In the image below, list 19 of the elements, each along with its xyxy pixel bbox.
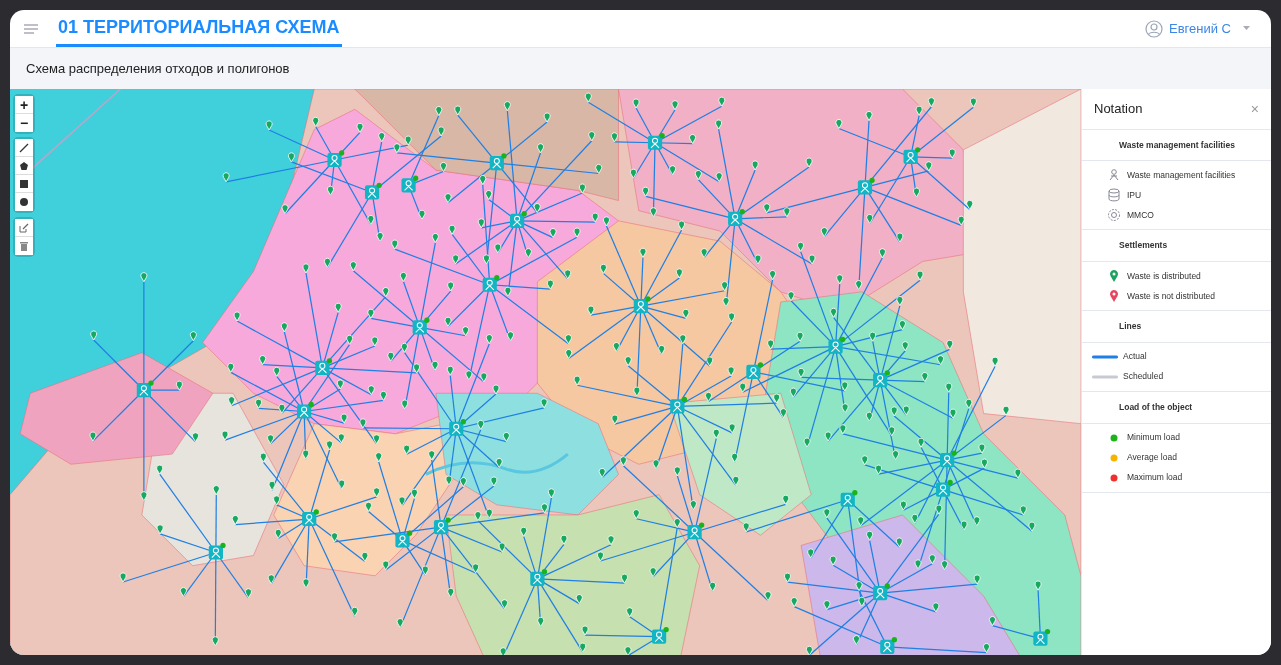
legend-label: Waste is distributed	[1127, 269, 1201, 283]
legend-title: Notation	[1094, 100, 1143, 118]
legend-section-title: Waste management facilities	[1082, 129, 1271, 162]
legend-section-title: Lines	[1082, 311, 1271, 343]
legend-label: IPU	[1127, 188, 1142, 202]
legend-label: Waste management facilities	[1127, 168, 1236, 182]
legend-section-title: Load of the object	[1082, 391, 1271, 424]
close-button[interactable]: ×	[1250, 101, 1259, 116]
page-title: Схема распределения отходов и полигонов	[26, 59, 290, 78]
legend-label: Minimum load	[1127, 431, 1180, 444]
zoom-in-button[interactable]: +	[15, 96, 33, 114]
legend-label: Actual	[1123, 350, 1147, 364]
legend-label: MMCO	[1127, 208, 1154, 222]
legend-label: Scheduled	[1123, 370, 1164, 384]
legend-section-title: Settlements	[1082, 230, 1271, 262]
legend-label: Maximum load	[1127, 471, 1183, 484]
legend-label: Average load	[1127, 451, 1177, 464]
legend-label: Waste is not distributed	[1127, 289, 1216, 303]
user-menu[interactable]: Евгений С	[1139, 10, 1257, 47]
